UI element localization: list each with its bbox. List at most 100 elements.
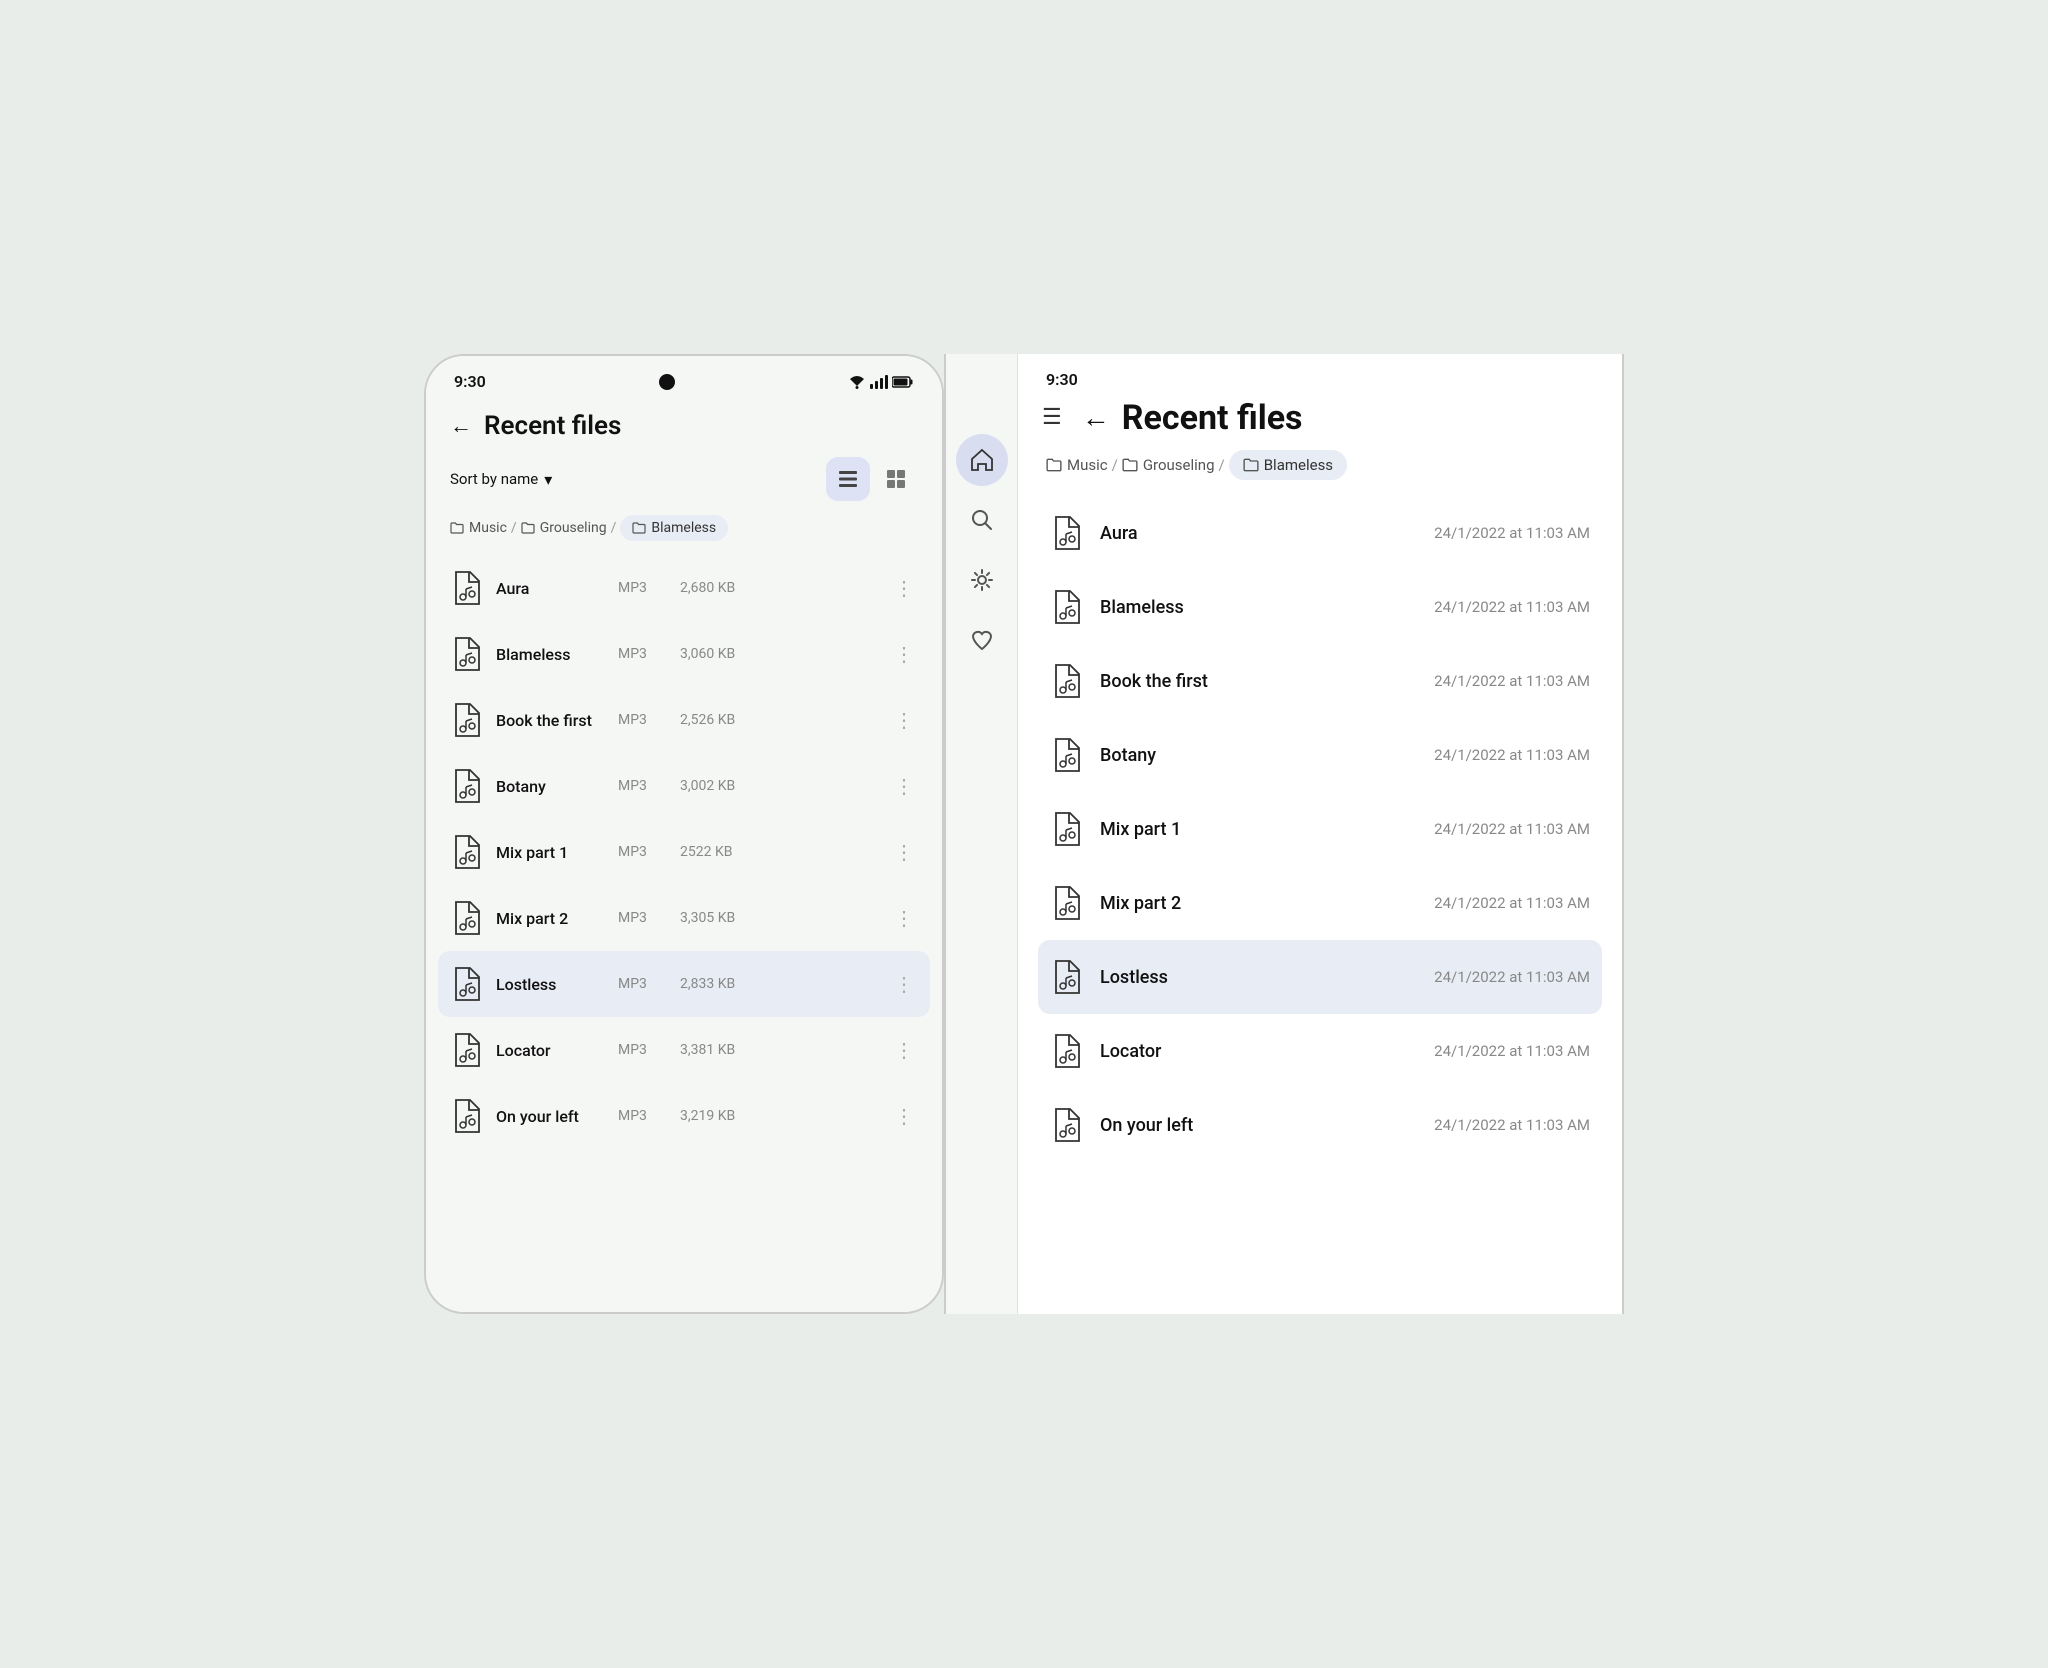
- file-name: Botany: [496, 777, 606, 796]
- file-size: 2522 KB: [680, 844, 876, 860]
- tablet-file-date: 24/1/2022 at 11:03 AM: [1434, 598, 1590, 616]
- breadcrumb-grouseling[interactable]: Grouseling: [521, 520, 607, 536]
- back-button[interactable]: ←: [450, 413, 472, 439]
- phone-file-item[interactable]: Blameless MP3 3,060 KB ⋮: [438, 621, 930, 687]
- file-info: Lostless MP3 2,833 KB: [496, 975, 876, 994]
- file-more-button[interactable]: ⋮: [890, 968, 918, 1000]
- tablet-breadcrumb-grouseling-label: Grouseling: [1143, 456, 1215, 474]
- tablet-breadcrumb-blameless[interactable]: Blameless: [1229, 450, 1347, 480]
- hamburger-button[interactable]: ☰: [1034, 397, 1070, 438]
- signal-icon: [870, 375, 888, 389]
- tablet-file-item[interactable]: Botany 24/1/2022 at 11:03 AM: [1038, 718, 1602, 792]
- nav-favorites[interactable]: [956, 614, 1008, 666]
- tablet-file-icon: [1050, 514, 1082, 552]
- file-more-button[interactable]: ⋮: [890, 902, 918, 934]
- breadcrumb-blameless[interactable]: Blameless: [620, 515, 728, 541]
- tablet-breadcrumb-music[interactable]: Music: [1046, 456, 1108, 474]
- tablet-folder-icon-1: [1046, 457, 1062, 473]
- tablet-breadcrumb-sep-2: /: [1219, 456, 1225, 474]
- phone-status-bar: 9:30: [426, 356, 942, 399]
- tablet-breadcrumb-grouseling[interactable]: Grouseling: [1122, 456, 1215, 474]
- tablet-file-name: Mix part 2: [1100, 893, 1416, 914]
- phone-header: ← Recent files: [426, 399, 942, 449]
- file-size: 3,060 KB: [680, 646, 876, 662]
- file-icon: [450, 635, 482, 673]
- tablet-file-icon: [1050, 588, 1082, 626]
- tablet-back-button[interactable]: ←: [1082, 401, 1110, 434]
- file-info: Blameless MP3 3,060 KB: [496, 645, 876, 664]
- grid-view-button[interactable]: [874, 457, 918, 501]
- tablet-file-item[interactable]: On your left 24/1/2022 at 11:03 AM: [1038, 1088, 1602, 1162]
- tablet-file-list: Aura 24/1/2022 at 11:03 AM Blameless 24/…: [1018, 496, 1622, 1314]
- tablet-file-icon: [1050, 736, 1082, 774]
- file-type: MP3: [618, 580, 668, 596]
- tablet-file-icon: [1050, 884, 1082, 922]
- tablet-breadcrumb-blameless-label: Blameless: [1264, 456, 1333, 474]
- phone-file-list: Aura MP3 2,680 KB ⋮ Blameless MP3 3,060 …: [426, 555, 942, 1149]
- file-more-button[interactable]: ⋮: [890, 638, 918, 670]
- breadcrumb-sep-2: /: [611, 520, 617, 536]
- file-info: Botany MP3 3,002 KB: [496, 777, 876, 796]
- tablet-file-icon: [1050, 1106, 1082, 1144]
- nav-home[interactable]: [956, 434, 1008, 486]
- tablet-breadcrumb-sep-1: /: [1112, 456, 1118, 474]
- search-icon: [970, 508, 994, 532]
- file-icon: [450, 1097, 482, 1135]
- tablet-file-name: On your left: [1100, 1115, 1416, 1136]
- phone-file-item[interactable]: Botany MP3 3,002 KB ⋮: [438, 753, 930, 819]
- tablet-file-item[interactable]: Mix part 2 24/1/2022 at 11:03 AM: [1038, 866, 1602, 940]
- file-size: 3,305 KB: [680, 910, 876, 926]
- heart-icon: [970, 628, 994, 652]
- page-title: Recent files: [484, 411, 621, 441]
- phone-file-item[interactable]: Mix part 1 MP3 2522 KB ⋮: [438, 819, 930, 885]
- tablet-file-icon: [1050, 662, 1082, 700]
- phone-file-item[interactable]: Book the first MP3 2,526 KB ⋮: [438, 687, 930, 753]
- tablet-file-item[interactable]: Lostless 24/1/2022 at 11:03 AM: [1038, 940, 1602, 1014]
- file-type: MP3: [618, 778, 668, 794]
- wifi-icon: [848, 375, 866, 389]
- tablet-file-icon: [1050, 1032, 1082, 1070]
- file-more-button[interactable]: ⋮: [890, 572, 918, 604]
- file-more-button[interactable]: ⋮: [890, 770, 918, 802]
- tablet-file-item[interactable]: Locator 24/1/2022 at 11:03 AM: [1038, 1014, 1602, 1088]
- file-more-button[interactable]: ⋮: [890, 836, 918, 868]
- sort-button[interactable]: Sort by name ▾: [450, 470, 552, 489]
- tablet-breadcrumb-music-label: Music: [1067, 456, 1108, 474]
- file-more-button[interactable]: ⋮: [890, 1034, 918, 1066]
- breadcrumb-music[interactable]: Music: [450, 520, 507, 536]
- tablet-file-date: 24/1/2022 at 11:03 AM: [1434, 1042, 1590, 1060]
- tablet-header: ☰ ← Recent files: [1018, 389, 1622, 446]
- list-view-button[interactable]: [826, 457, 870, 501]
- phone-file-item[interactable]: Locator MP3 3,381 KB ⋮: [438, 1017, 930, 1083]
- file-name: Locator: [496, 1041, 606, 1060]
- breadcrumb-blameless-label: Blameless: [651, 520, 716, 536]
- tablet-main-content: 9:30 ☰ ← Recent files Music /: [1018, 354, 1622, 1314]
- phone-file-item[interactable]: Mix part 2 MP3 3,305 KB ⋮: [438, 885, 930, 951]
- tablet-file-item[interactable]: Blameless 24/1/2022 at 11:03 AM: [1038, 570, 1602, 644]
- file-name: Book the first: [496, 711, 606, 730]
- view-toggles: [826, 457, 918, 501]
- tablet-file-date: 24/1/2022 at 11:03 AM: [1434, 524, 1590, 542]
- file-icon: [450, 569, 482, 607]
- file-type: MP3: [618, 712, 668, 728]
- phone-file-item[interactable]: Lostless MP3 2,833 KB ⋮: [438, 951, 930, 1017]
- tablet-file-item[interactable]: Mix part 1 24/1/2022 at 11:03 AM: [1038, 792, 1602, 866]
- file-icon: [450, 899, 482, 937]
- phone-file-item[interactable]: Aura MP3 2,680 KB ⋮: [438, 555, 930, 621]
- file-type: MP3: [618, 844, 668, 860]
- nav-search[interactable]: [956, 494, 1008, 546]
- tablet-file-date: 24/1/2022 at 11:03 AM: [1434, 968, 1590, 986]
- folder-icon-2: [521, 521, 535, 535]
- file-more-button[interactable]: ⋮: [890, 1100, 918, 1132]
- tablet-file-item[interactable]: Book the first 24/1/2022 at 11:03 AM: [1038, 644, 1602, 718]
- file-more-button[interactable]: ⋮: [890, 704, 918, 736]
- file-size: 3,219 KB: [680, 1108, 876, 1124]
- tablet-time: 9:30: [1046, 370, 1078, 389]
- phone-time: 9:30: [454, 372, 486, 391]
- tablet-file-date: 24/1/2022 at 11:03 AM: [1434, 746, 1590, 764]
- nav-settings[interactable]: [956, 554, 1008, 606]
- tablet-file-item[interactable]: Aura 24/1/2022 at 11:03 AM: [1038, 496, 1602, 570]
- battery-icon: [892, 376, 914, 388]
- tablet-nav: [946, 354, 1018, 1314]
- phone-file-item[interactable]: On your left MP3 3,219 KB ⋮: [438, 1083, 930, 1149]
